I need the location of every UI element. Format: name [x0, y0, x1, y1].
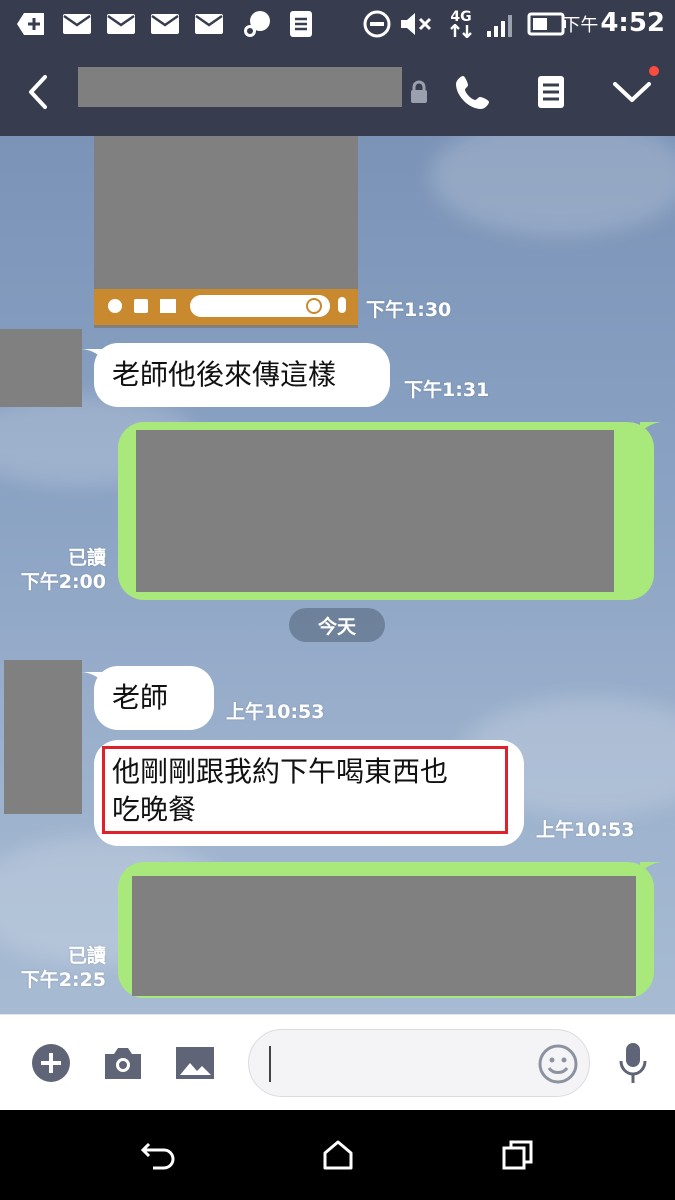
status-bar: 4G 下午4:52: [0, 0, 675, 48]
image-content-redacted: [136, 430, 614, 592]
document-icon: [286, 10, 316, 38]
camera-icon: [134, 299, 148, 313]
notification-dot: [649, 66, 659, 76]
camera-icon: [105, 1048, 141, 1079]
microphone-icon: [338, 297, 346, 313]
message-bubble-incoming[interactable]: 老師: [80, 666, 214, 730]
date-separator: 今天: [289, 608, 385, 642]
gallery-button[interactable]: [172, 1015, 218, 1111]
message-input-bar: [0, 1014, 675, 1111]
plus-notification-icon: [14, 10, 48, 38]
message-timestamp: 下午1:30: [366, 299, 452, 321]
menu-button[interactable]: [604, 48, 660, 136]
message-image-incoming[interactable]: [94, 136, 358, 328]
do-not-disturb-icon: [362, 10, 392, 38]
message-status: 已讀 下午2:00: [20, 547, 106, 593]
bubble-tail: [640, 422, 664, 432]
message-timestamp: 下午1:31: [404, 379, 490, 401]
message-timestamp: 上午10:53: [226, 701, 325, 723]
image-icon: [160, 299, 176, 313]
plus-icon: [108, 299, 122, 313]
message-bubble-incoming[interactable]: 老師他後來傳這樣: [80, 343, 390, 407]
lock-icon: [404, 48, 434, 136]
text-caret: [269, 1046, 271, 1082]
signal-icon: [484, 10, 518, 38]
avatar[interactable]: [0, 329, 82, 407]
clock: 下午4:52: [562, 8, 665, 38]
smiley-icon: [306, 298, 322, 314]
message-status: 已讀 下午2:25: [20, 945, 106, 991]
image-icon: [176, 1047, 214, 1079]
message-timestamp: 上午10:53: [536, 819, 635, 841]
home-icon: [323, 1140, 353, 1170]
bubble-tail: [80, 349, 104, 359]
image-screenshot-inputbar: [94, 289, 358, 325]
system-back-button[interactable]: [134, 1110, 184, 1200]
chat-area[interactable]: 下午1:30 老師他後來傳這樣 下午1:31 已讀 下午2:00 今天 老師 上…: [0, 136, 675, 1014]
bubble-tail: [80, 672, 104, 682]
smiley-icon[interactable]: [537, 1043, 579, 1085]
message-text-line: 吃晚餐: [112, 793, 197, 826]
image-content-redacted: [132, 876, 636, 996]
chat-header: [0, 48, 675, 136]
system-navigation-bar: [0, 1110, 675, 1200]
mute-icon: [398, 10, 434, 38]
image-content-redacted: [94, 136, 358, 289]
mail-icon: [192, 10, 226, 38]
mail-icon: [148, 10, 182, 38]
message-bubble-incoming[interactable]: 他剛剛跟我約下午喝東西也 吃晚餐: [94, 740, 524, 846]
system-recents-button[interactable]: [494, 1110, 542, 1200]
message-input[interactable]: [248, 1029, 590, 1097]
recents-icon: [502, 1140, 533, 1170]
bubble-tail: [640, 862, 664, 872]
back-button[interactable]: [10, 48, 66, 136]
voice-button[interactable]: [610, 1015, 656, 1111]
network-4g-icon: 4G: [448, 10, 474, 38]
chat-bubble-icon: [240, 10, 274, 38]
mail-icon: [60, 10, 94, 38]
add-button[interactable]: [28, 1015, 74, 1111]
chevron-down-icon: [613, 82, 651, 102]
notes-button[interactable]: [528, 48, 574, 136]
message-image-outgoing[interactable]: [118, 862, 664, 998]
message-image-outgoing[interactable]: [118, 422, 664, 600]
chevron-left-icon: [29, 75, 47, 109]
camera-button[interactable]: [98, 1015, 148, 1111]
plus-circle-icon: [32, 1044, 70, 1082]
call-button[interactable]: [448, 48, 498, 136]
microphone-icon: [619, 1043, 647, 1083]
background-cloud: [430, 136, 675, 236]
notes-icon: [538, 76, 564, 108]
back-arrow-icon: [141, 1142, 175, 1170]
avatar[interactable]: [4, 660, 82, 814]
message-text-line: 他剛剛跟我約下午喝東西也: [112, 755, 449, 788]
phone-icon: [456, 76, 489, 109]
system-home-button[interactable]: [314, 1110, 362, 1200]
chat-title-redacted[interactable]: [78, 67, 402, 107]
mail-icon: [104, 10, 138, 38]
message-text: 老師: [112, 681, 169, 714]
message-text: 老師他後來傳這樣: [112, 358, 337, 391]
